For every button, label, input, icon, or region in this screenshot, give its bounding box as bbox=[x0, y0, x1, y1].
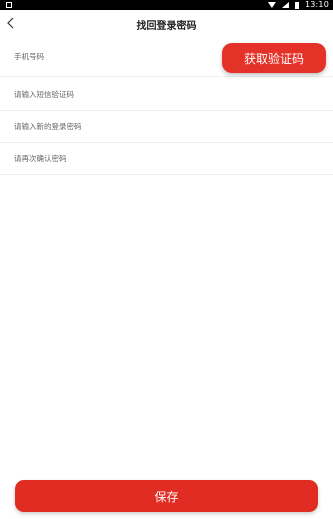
sms-code-field-row bbox=[0, 79, 333, 111]
new-password-field-row bbox=[0, 111, 333, 143]
sms-code-input[interactable] bbox=[14, 90, 214, 99]
new-password-input[interactable] bbox=[14, 122, 214, 131]
status-icons: 13:10 bbox=[268, 0, 329, 10]
notification-icon bbox=[6, 2, 12, 8]
status-bar: 13:10 bbox=[0, 0, 333, 10]
battery-icon bbox=[294, 1, 299, 9]
save-button[interactable]: 保存 bbox=[15, 480, 318, 512]
get-code-button[interactable]: 获取验证码 bbox=[222, 43, 326, 73]
confirm-password-input[interactable] bbox=[14, 154, 214, 163]
header: 找回登录密码 bbox=[0, 10, 333, 36]
phone-input[interactable] bbox=[14, 52, 214, 61]
confirm-password-field-row bbox=[0, 143, 333, 175]
status-time: 13:10 bbox=[304, 0, 329, 9]
signal-icon bbox=[281, 2, 289, 8]
page-title: 找回登录密码 bbox=[136, 21, 197, 32]
wifi-icon bbox=[268, 2, 276, 8]
